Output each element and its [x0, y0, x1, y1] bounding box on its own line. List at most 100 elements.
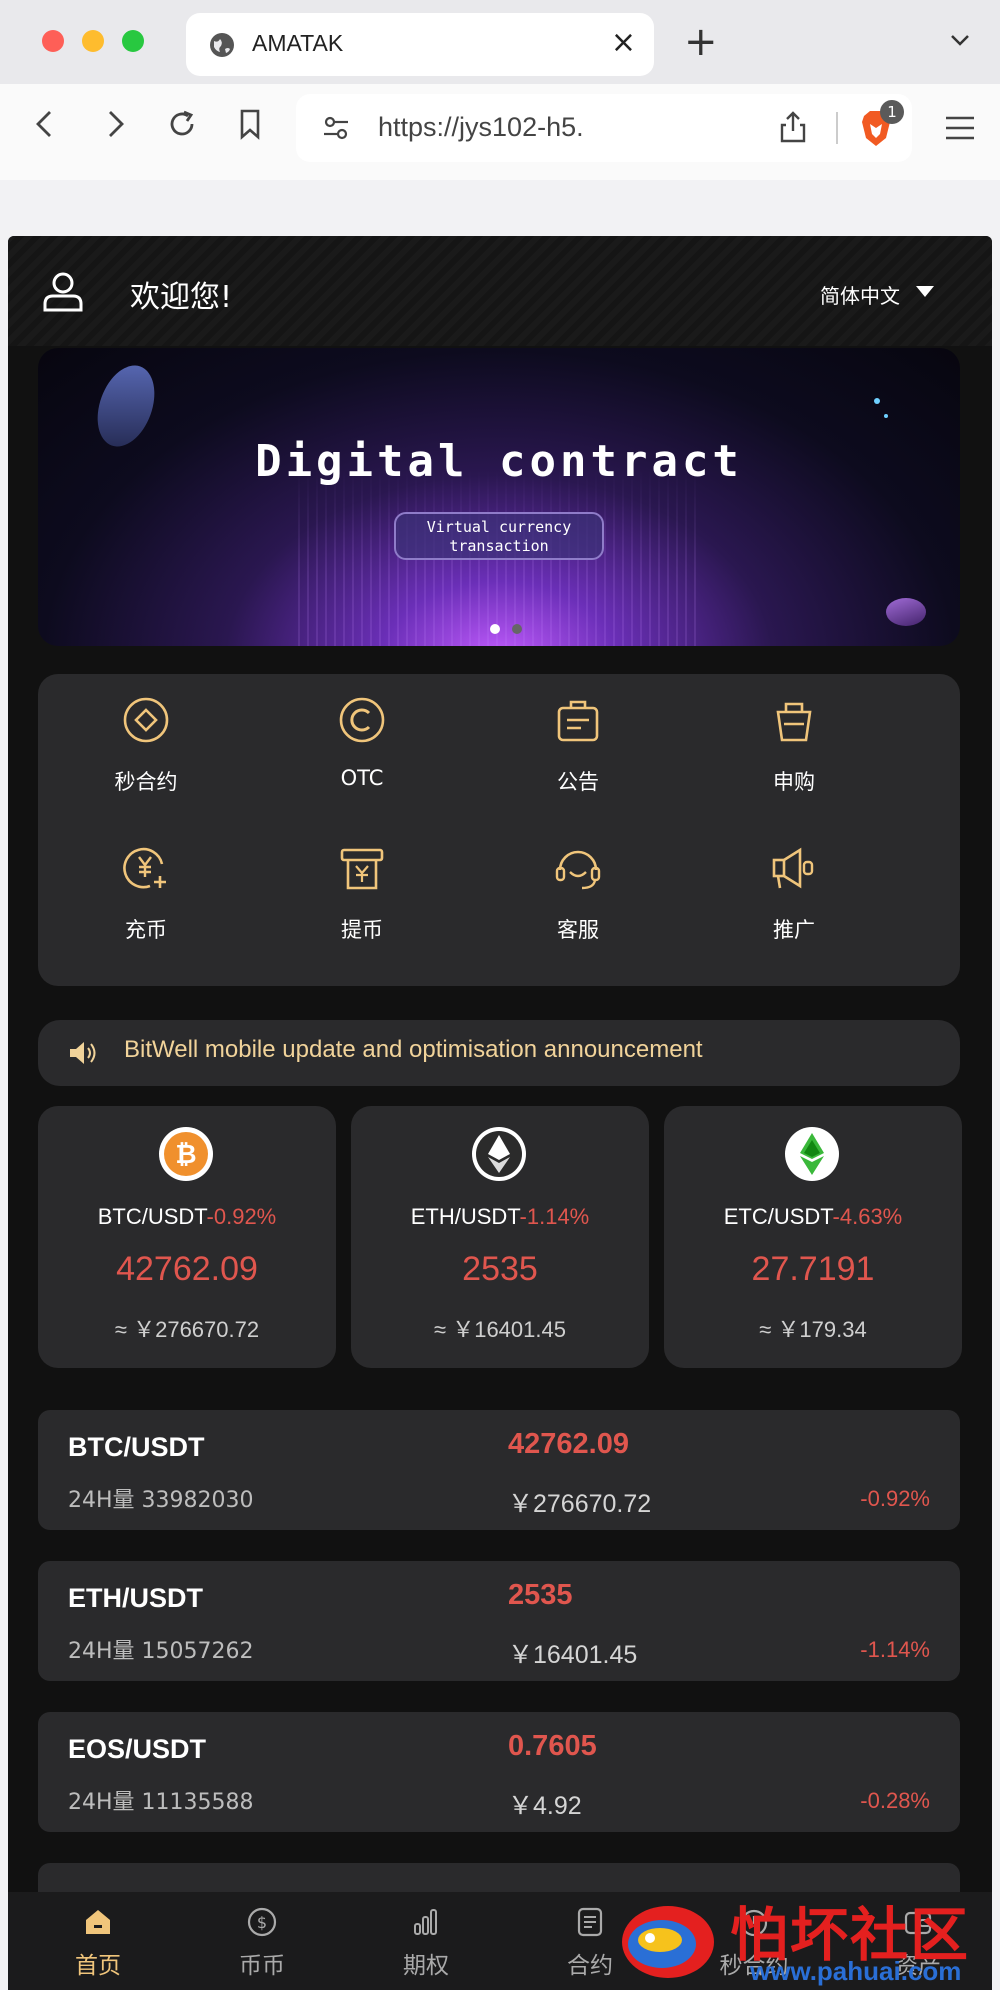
coin-pair: BTC/USDT — [97, 1204, 207, 1229]
yen-plus-icon — [123, 847, 166, 889]
carousel-dot-active[interactable] — [490, 624, 500, 634]
market-row[interactable]: EOS/USDT 24H量 11135588 0.7605 ￥4.92 -0.2… — [38, 1712, 960, 1832]
announcement-bar[interactable]: BitWell mobile update and optimisation a… — [38, 1020, 960, 1086]
announcement-text[interactable]: BitWell mobile update and optimisation a… — [124, 1036, 703, 1064]
shortcut-withdraw[interactable]: 提币 — [262, 844, 462, 954]
extension-badge: 1 — [880, 100, 904, 124]
featured-card-etc[interactable]: ETC/USDT-4.63% 27.7191 ≈ ￥179.34 — [664, 1106, 962, 1368]
app-viewport: 欢迎您! 简体中文 Digital contract Virtual curre… — [8, 236, 992, 1990]
nav-label: 期权 — [403, 1953, 449, 1979]
diamond-icon — [123, 697, 169, 743]
share-icon[interactable] — [778, 110, 808, 144]
shortcut-label: 提币 — [341, 918, 383, 942]
coin-cny-value: ≈ ￥16401.45 — [434, 1317, 566, 1342]
shortcut-label: OTC — [340, 766, 384, 790]
bookmark-icon[interactable] — [232, 106, 268, 142]
app-header: 欢迎您! 简体中文 — [8, 236, 992, 346]
watermark-logo-icon — [622, 1906, 714, 1978]
market-cny-value: ￥276670.72 — [508, 1490, 652, 1518]
market-pair: ETH/USDT — [68, 1583, 203, 1613]
market-cny-value: ￥16401.45 — [508, 1641, 638, 1669]
headset-icon — [555, 850, 601, 890]
chevron-down-icon[interactable] — [948, 28, 972, 52]
market-price: 0.7605 — [508, 1730, 597, 1762]
site-settings-icon[interactable] — [322, 114, 350, 142]
document-icon — [577, 1907, 603, 1937]
back-arrow-icon[interactable] — [28, 106, 64, 142]
market-volume: 24H量 15057262 — [68, 1639, 254, 1664]
copyright-icon — [339, 697, 385, 743]
svg-text:₿: ₿ — [175, 1140, 196, 1170]
bag-icon — [557, 700, 599, 742]
shortcut-panel: 秒合约 OTC 公告 申购 充币 提币 客服 推广 — [38, 674, 960, 986]
tab-title: AMATAK — [252, 30, 344, 56]
shortcut-deposit[interactable]: 充币 — [46, 844, 246, 954]
shortcut-label: 秒合约 — [114, 770, 178, 794]
forward-arrow-icon[interactable] — [96, 106, 132, 142]
language-selector[interactable]: 简体中文 — [820, 280, 900, 309]
coin-change: -1.14% — [519, 1204, 590, 1229]
user-icon[interactable] — [42, 270, 84, 312]
reload-icon[interactable] — [164, 106, 200, 142]
address-bar[interactable]: https://jys102-h5. 1 — [296, 94, 912, 162]
coin-change: -0.92% — [206, 1204, 277, 1229]
nav-spot[interactable]: $ 币币 — [202, 1900, 322, 1990]
welcome-text: 欢迎您! — [130, 280, 233, 315]
tab-close-icon[interactable]: × — [611, 27, 636, 59]
coin-pair-line: ETH/USDT-1.14% — [351, 1204, 649, 1230]
coin-pair: ETC/USDT — [723, 1204, 833, 1229]
market-row[interactable]: BTC/USDT 24H量 33982030 42762.09 ￥276670.… — [38, 1410, 960, 1530]
market-change: -0.28% — [860, 1788, 930, 1813]
featured-card-btc[interactable]: ₿ BTC/USDT-0.92% 42762.09 ≈ ￥276670.72 — [38, 1106, 336, 1368]
shortcut-otc[interactable]: OTC — [262, 696, 462, 806]
banner-subtitle-pill: Virtual currency transaction — [394, 512, 604, 560]
new-tab-button[interactable]: + — [684, 20, 718, 64]
shortcut-subscription[interactable]: 申购 — [694, 696, 894, 806]
dollar-coin-icon: $ — [247, 1907, 277, 1937]
menu-icon[interactable] — [944, 114, 976, 142]
nav-home[interactable]: 首页 — [38, 1900, 158, 1990]
banner-subtitle-line1: Virtual currency — [426, 518, 572, 536]
nav-label: 首页 — [75, 1953, 121, 1979]
toolbar-divider — [836, 112, 838, 144]
shortcut-promotion[interactable]: 推广 — [694, 844, 894, 954]
window-zoom-button[interactable] — [122, 30, 144, 52]
coin-pair-line: ETC/USDT-4.63% — [664, 1204, 962, 1230]
shortcut-label: 充币 — [125, 918, 167, 942]
browser-tab[interactable]: AMATAK × — [186, 13, 654, 76]
home-icon — [86, 1910, 110, 1934]
shortcut-label: 申购 — [773, 770, 815, 794]
carousel-dot[interactable] — [512, 624, 522, 634]
caret-down-icon[interactable] — [916, 286, 934, 297]
globe-icon — [210, 33, 234, 57]
window-minimize-button[interactable] — [82, 30, 104, 52]
coin-cny-value: ≈ ￥179.34 — [759, 1317, 867, 1342]
promo-banner[interactable]: Digital contract Virtual currency transa… — [38, 348, 960, 646]
shortcut-customer-service[interactable]: 客服 — [478, 844, 678, 954]
ethereum-icon — [472, 1127, 526, 1181]
shortcut-label: 客服 — [557, 918, 599, 942]
atm-icon — [340, 848, 384, 890]
bitcoin-icon: ₿ — [159, 1127, 213, 1181]
star-decoration — [884, 414, 888, 418]
shortcut-seconds-contract[interactable]: 秒合约 — [46, 696, 246, 806]
market-pair: BTC/USDT — [68, 1432, 205, 1462]
coin-cny-value: ≈ ￥276670.72 — [114, 1317, 260, 1342]
shortcut-label: 公告 — [557, 770, 599, 794]
nav-options[interactable]: 期权 — [366, 1900, 486, 1990]
market-change: -0.92% — [860, 1486, 930, 1511]
megaphone-icon — [772, 847, 814, 889]
window-close-button[interactable] — [42, 30, 64, 52]
banner-subtitle-line2: transaction — [449, 537, 549, 555]
market-row[interactable]: ETH/USDT 24H量 15057262 2535 ￥16401.45 -1… — [38, 1561, 960, 1681]
url-text[interactable]: https://jys102-h5. — [378, 112, 584, 143]
speaker-icon — [70, 1042, 96, 1064]
featured-card-eth[interactable]: ETH/USDT-1.14% 2535 ≈ ￥16401.45 — [351, 1106, 649, 1368]
coin-change: -4.63% — [832, 1204, 903, 1229]
coin-pair: ETH/USDT — [410, 1204, 520, 1229]
browser-tab-bar: AMATAK × + — [0, 0, 1000, 84]
shortcut-announcement[interactable]: 公告 — [478, 696, 678, 806]
coin-price: 42762.09 — [116, 1250, 258, 1288]
market-pair: EOS/USDT — [68, 1734, 207, 1764]
planet-decoration — [886, 598, 926, 626]
